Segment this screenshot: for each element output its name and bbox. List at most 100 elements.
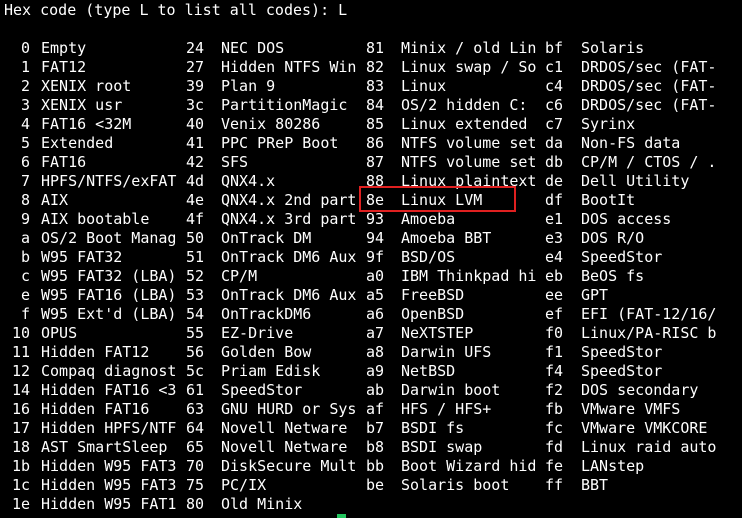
partition-type-name: W95 FAT16 (LBA) — [41, 286, 177, 304]
hex-code: b7 — [366, 419, 385, 437]
hex-code: 40 — [186, 115, 205, 133]
hex-code: fb — [545, 400, 564, 418]
hex-code: 51 — [186, 248, 205, 266]
hex-code: 63 — [186, 400, 205, 418]
hex-code: 1e — [11, 495, 30, 513]
hex-code: 5 — [20, 134, 30, 152]
hex-code: 4f — [186, 210, 205, 228]
hex-code: 85 — [366, 115, 385, 133]
hex-code: c4 — [545, 77, 564, 95]
hex-code: fc — [545, 419, 564, 437]
hex-code: 4e — [186, 191, 205, 209]
hex-code: f0 — [545, 324, 564, 342]
partition-type-name: FAT16 <32M — [41, 115, 132, 133]
hex-code: 87 — [366, 153, 385, 171]
partition-type-name: Minix / old Lin — [401, 39, 537, 57]
partition-type-name: Darwin boot — [401, 381, 501, 399]
partition-type-name: QNX4.x — [221, 172, 276, 190]
partition-type-name: Hidden NTFS Win — [221, 58, 357, 76]
partition-type-name: NTFS volume set — [401, 134, 537, 152]
partition-type-name: Linux raid auto — [581, 438, 717, 456]
hex-code: f — [20, 305, 30, 323]
hex-code: 64 — [186, 419, 205, 437]
partition-type-name: OpenBSD — [401, 305, 465, 323]
partition-type-name: Solaris — [581, 39, 645, 57]
hex-code: a8 — [366, 343, 385, 361]
hex-code: 27 — [186, 58, 205, 76]
partition-type-name: GNU HURD or Sys — [221, 400, 357, 418]
hex-code: 53 — [186, 286, 205, 304]
hex-code: 54 — [186, 305, 205, 323]
partition-type-name: SpeedStor — [581, 362, 663, 380]
partition-type-name: SFS — [221, 153, 249, 171]
partition-type-name: OnTrack DM — [221, 229, 312, 247]
partition-type-name: Linux — [401, 77, 447, 95]
hex-code: e — [20, 286, 30, 304]
partition-type-name: FAT12 — [41, 58, 87, 76]
terminal-window[interactable]: Hex code (type L to list all codes): L 0… — [0, 0, 742, 518]
hex-code: b8 — [366, 438, 385, 456]
hex-code: c7 — [545, 115, 564, 133]
partition-type-name: OS/2 Boot Manag — [41, 229, 177, 247]
hex-code: 18 — [11, 438, 30, 456]
partition-type-name: NeXTSTEP — [401, 324, 474, 342]
hex-code: fe — [545, 457, 564, 475]
partition-type-name: DOS access — [581, 210, 672, 228]
hex-code: 7 — [20, 172, 30, 190]
partition-type-name: QNX4.x 3rd part — [221, 210, 357, 228]
hex-code: f1 — [545, 343, 564, 361]
partition-type-name: BeOS fs — [581, 267, 645, 285]
partition-type-name: EZ-Drive — [221, 324, 294, 342]
partition-type-name: QNX4.x 2nd part — [221, 191, 357, 209]
hex-code: 65 — [186, 438, 205, 456]
partition-type-name: OS/2 hidden C: — [401, 96, 528, 114]
hex-code: ee — [545, 286, 564, 304]
partition-type-name: PPC PReP Boot — [221, 134, 339, 152]
partition-type-name: Linux extended — [401, 115, 528, 133]
hex-code: 24 — [186, 39, 205, 57]
partition-type-name: OPUS — [41, 324, 78, 342]
hex-code: 17 — [11, 419, 30, 437]
hex-code: c6 — [545, 96, 564, 114]
hex-code: e3 — [545, 229, 564, 247]
hex-code: 4d — [186, 172, 205, 190]
partition-type-name: Hidden FAT16 — [41, 400, 150, 418]
hex-code: 14 — [11, 381, 30, 399]
hex-code: 56 — [186, 343, 205, 361]
partition-type-name: Extended — [41, 134, 114, 152]
hex-code: a0 — [366, 267, 385, 285]
partition-type-name: PC/IX — [221, 476, 267, 494]
partition-type-name: CP/M / CTOS / . — [581, 153, 717, 171]
partition-type-name: OnTrack DM6 Aux — [221, 248, 357, 266]
hex-code: 4 — [20, 115, 30, 133]
hex-code: 12 — [11, 362, 30, 380]
partition-type-name: Amoeba BBT — [401, 229, 492, 247]
partition-type-name: Hidden W95 FAT3 — [41, 457, 177, 475]
partition-type-name: SpeedStor — [581, 343, 663, 361]
hex-code: 55 — [186, 324, 205, 342]
hex-code: de — [545, 172, 564, 190]
hex-code: 1b — [11, 457, 30, 475]
partition-type-name: Venix 80286 — [221, 115, 321, 133]
partition-type-name: Novell Netware — [221, 419, 348, 437]
hex-code: 52 — [186, 267, 205, 285]
hex-code: 6 — [20, 153, 30, 171]
hex-code: 16 — [11, 400, 30, 418]
partition-type-name: Golden Bow — [221, 343, 312, 361]
hex-code: e1 — [545, 210, 564, 228]
hex-code: ff — [545, 476, 564, 494]
partition-type-name: DRDOS/sec (FAT- — [581, 96, 717, 114]
hex-code: 70 — [186, 457, 205, 475]
hex-code: 42 — [186, 153, 205, 171]
hex-code: eb — [545, 267, 564, 285]
partition-type-name: IBM Thinkpad hi — [401, 267, 537, 285]
hex-code: e4 — [545, 248, 564, 266]
partition-type-name: VMware VMFS — [581, 400, 681, 418]
hex-code: 5c — [186, 362, 205, 380]
hex-code: 2 — [20, 77, 30, 95]
partition-type-name: Linux swap / So — [401, 58, 537, 76]
hex-code: 84 — [366, 96, 385, 114]
hex-code: 81 — [366, 39, 385, 57]
hex-code: fd — [545, 438, 564, 456]
partition-type-name: SpeedStor — [221, 381, 303, 399]
